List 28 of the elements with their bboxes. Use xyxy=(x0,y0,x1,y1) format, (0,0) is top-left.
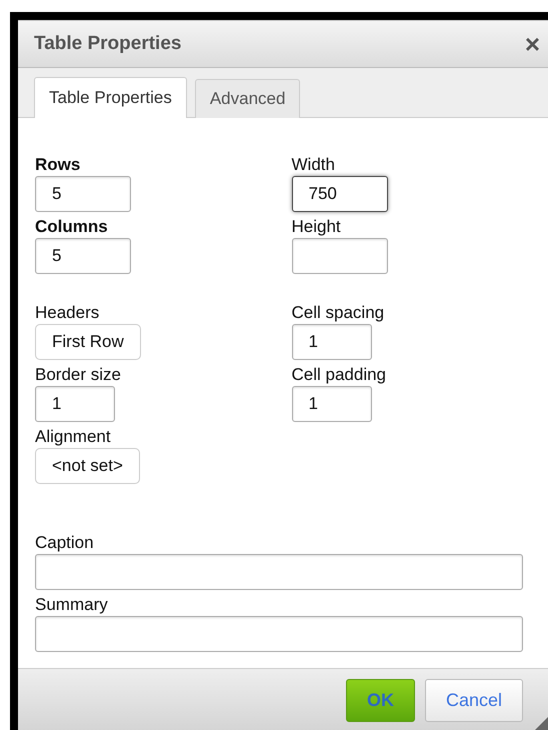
field-label: Columns xyxy=(35,216,108,238)
resize-grip-icon[interactable] xyxy=(534,717,548,730)
input-field[interactable]: 750 xyxy=(292,176,388,212)
dialog-title: Table Properties xyxy=(34,33,182,55)
input-field[interactable]: 1 xyxy=(292,386,372,422)
field-label: Summary xyxy=(35,594,108,616)
input-field[interactable] xyxy=(35,554,523,590)
tab[interactable]: Advanced xyxy=(194,79,300,118)
tab[interactable]: Table Properties xyxy=(34,77,187,118)
close-button[interactable]: × xyxy=(524,31,548,57)
field-label: Rows xyxy=(35,154,80,176)
field-label: Caption xyxy=(35,532,94,554)
select-field[interactable]: <not set> xyxy=(35,448,140,484)
field-label: Border size xyxy=(35,364,121,386)
field-label: Cell spacing xyxy=(292,302,384,324)
field-label: Headers xyxy=(35,302,100,324)
input-field[interactable] xyxy=(35,616,523,652)
field-label: Cell padding xyxy=(292,364,386,386)
input-field[interactable]: 1 xyxy=(35,386,115,422)
input-field[interactable]: 5 xyxy=(35,176,131,212)
input-field[interactable]: 5 xyxy=(35,238,131,274)
cancel-button[interactable]: Cancel xyxy=(424,678,523,722)
select-field[interactable]: First Row xyxy=(35,324,141,360)
field-label: Alignment xyxy=(35,426,111,448)
input-field[interactable]: 1 xyxy=(292,324,372,360)
input-field[interactable] xyxy=(292,238,388,274)
field-label: Width xyxy=(292,154,335,176)
field-label: Height xyxy=(292,216,341,238)
